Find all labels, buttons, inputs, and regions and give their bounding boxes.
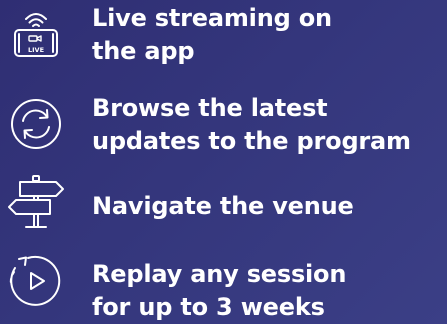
feature-line: for up to 3 weeks	[92, 293, 325, 321]
feature-browse-updates: Browse the latest updates to the program	[0, 88, 447, 166]
feature-text: Navigate the venue	[92, 190, 354, 223]
feature-line: Replay any session	[92, 260, 347, 288]
replay-icon	[6, 252, 66, 308]
feature-text: Live streaming on the app	[92, 2, 332, 68]
feature-line: Live streaming on	[92, 4, 332, 32]
refresh-cycle-icon	[6, 96, 66, 152]
feature-replay-session: Replay any session for up to 3 weeks	[0, 248, 447, 324]
live-label: LIVE	[28, 46, 44, 54]
feature-line: Navigate the venue	[92, 192, 354, 220]
feature-line: Browse the latest	[92, 94, 328, 122]
feature-text: Replay any session for up to 3 weeks	[92, 258, 346, 324]
live-streaming-phone-icon: LIVE	[6, 8, 66, 64]
feature-navigate-venue: Navigate the venue	[0, 170, 447, 240]
signpost-icon	[6, 174, 66, 230]
feature-live-streaming: LIVE Live streaming on the app	[0, 0, 447, 78]
feature-text: Browse the latest updates to the program	[92, 92, 411, 158]
feature-line: updates to the program	[92, 127, 411, 155]
feature-line: the app	[92, 37, 195, 65]
